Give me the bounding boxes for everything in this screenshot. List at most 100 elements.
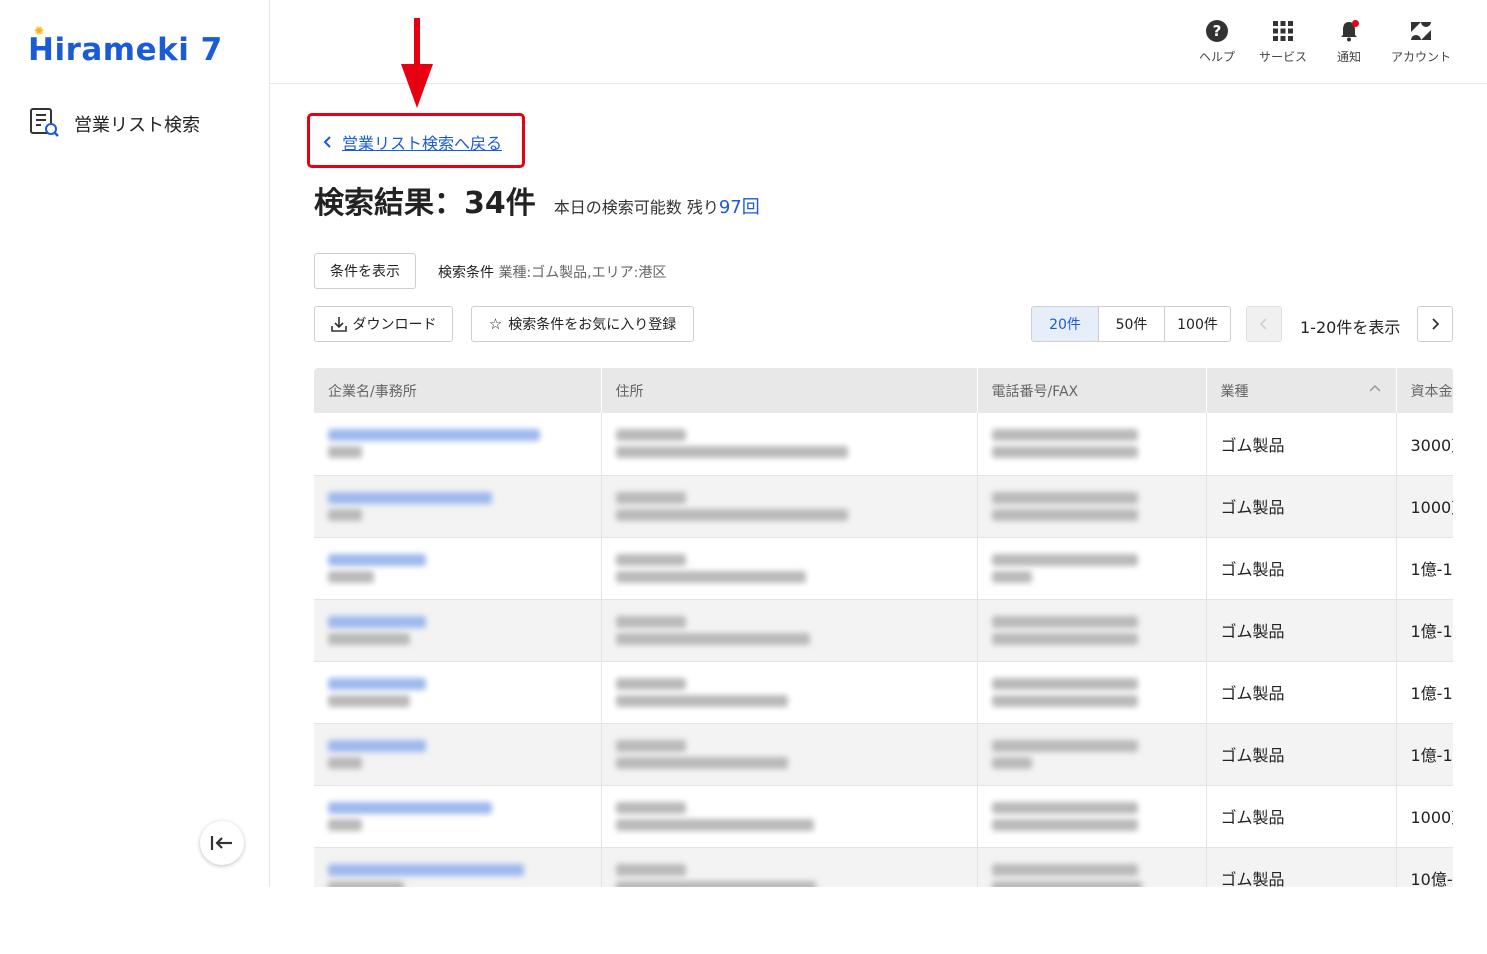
address-cell — [601, 537, 978, 600]
range-text: 1-20件を表示 — [1300, 318, 1401, 337]
services-label: サービス — [1258, 50, 1307, 64]
sidebar-item-sales-list-search[interactable]: 営業リスト検索 — [28, 106, 200, 142]
table-row[interactable]: ゴム製品1000万 — [314, 475, 1453, 538]
page-size-100[interactable]: 100件 — [1164, 307, 1230, 341]
industry-cell: ゴム製品 — [1206, 847, 1397, 887]
account-button[interactable]: アカウント — [1391, 18, 1451, 65]
column-header-industry[interactable]: 業種 — [1206, 368, 1397, 413]
back-to-search-link[interactable]: 営業リスト検索へ戻る — [322, 130, 502, 154]
address-cell — [601, 599, 978, 662]
bell-icon — [1336, 18, 1362, 44]
company-cell[interactable] — [314, 475, 602, 538]
table-row[interactable]: ゴム製品3000万 — [314, 413, 1453, 476]
capital-cell: 3000万 — [1396, 413, 1453, 476]
address-cell — [601, 661, 978, 724]
company-cell[interactable] — [314, 785, 602, 848]
prev-page-button[interactable] — [1246, 306, 1282, 342]
app-logo[interactable]: ✺ Hirameki 7 — [28, 24, 223, 70]
favorite-label: 検索条件をお気に入り登録 — [508, 317, 677, 333]
remaining-prefix: 本日の検索可能数 残り — [553, 198, 719, 217]
account-icon — [1408, 18, 1434, 44]
favorite-conditions-button[interactable]: ☆ 検索条件をお気に入り登録 — [471, 306, 694, 342]
address-cell — [601, 475, 978, 538]
services-button[interactable]: サービス — [1259, 18, 1307, 65]
capital-cell: 1億-1 — [1396, 661, 1453, 724]
capital-cell: 1億-1 — [1396, 723, 1453, 786]
svg-text:?: ? — [1213, 22, 1222, 40]
industry-cell: ゴム製品 — [1206, 475, 1397, 538]
table-row[interactable]: ゴム製品 10億- — [314, 847, 1453, 887]
industry-cell: ゴム製品 — [1206, 413, 1397, 476]
company-cell[interactable] — [314, 723, 602, 786]
industry-header-label: 業種 — [1220, 383, 1249, 400]
notifications-button[interactable]: 通知 — [1329, 18, 1369, 65]
header-actions: ? ヘルプ サービス 通知 アカウント — [1197, 18, 1451, 65]
download-button[interactable]: ダウンロード — [314, 306, 453, 342]
title-row: 検索結果：34件 本日の検索可能数 残り97回 — [314, 178, 760, 222]
industry-cell: ゴム製品 — [1206, 661, 1397, 724]
show-conditions-button[interactable]: 条件を表示 — [314, 253, 416, 289]
chevron-right-icon — [1432, 318, 1440, 330]
search-conditions: 検索条件 業種:ゴム製品,エリア:港区 — [438, 262, 666, 282]
column-header-capital[interactable]: 資本金 — [1396, 368, 1453, 413]
remaining-searches: 本日の検索可能数 残り97回 — [554, 193, 760, 219]
industry-cell: ゴム製品 — [1206, 785, 1397, 848]
show-conditions-label: 条件を表示 — [330, 264, 400, 280]
capital-cell: 10億- — [1396, 847, 1453, 887]
annotation-arrow-icon — [401, 18, 433, 108]
logo-text: Hirameki 7 — [28, 32, 223, 68]
notifications-label: 通知 — [1336, 50, 1361, 64]
table-row[interactable]: ゴム製品1000万 — [314, 785, 1453, 848]
company-cell[interactable] — [314, 661, 602, 724]
address-cell — [601, 847, 978, 887]
industry-cell: ゴム製品 — [1206, 599, 1397, 662]
help-button[interactable]: ? ヘルプ — [1197, 18, 1237, 65]
page-size-20[interactable]: 20件 — [1032, 307, 1098, 341]
page-title: 検索結果：34件 — [314, 186, 536, 221]
column-header-company[interactable]: 企業名/事務所 — [314, 368, 602, 413]
sort-up-icon[interactable] — [1368, 381, 1382, 397]
table-row[interactable]: ゴム製品 1億-1 — [314, 661, 1453, 724]
sidebar-item-label: 営業リスト検索 — [74, 115, 200, 136]
results-table: 企業名/事務所 住所 電話番号/FAX 業種 資本金 ゴム製品3000万ゴム製品… — [314, 368, 1453, 887]
sidebar: ✺ Hirameki 7 営業リスト検索 — [0, 0, 270, 887]
address-cell — [601, 785, 978, 848]
page-size-selector: 20件 50件 100件 — [1031, 306, 1231, 342]
table-row[interactable]: ゴム製品 1億-1 — [314, 537, 1453, 600]
chevron-left-icon — [1259, 318, 1267, 330]
company-cell[interactable] — [314, 847, 602, 887]
company-cell[interactable] — [314, 599, 602, 662]
capital-cell: 1000万 — [1396, 785, 1453, 848]
column-header-phone[interactable]: 電話番号/FAX — [977, 368, 1207, 413]
top-header: ? ヘルプ サービス 通知 アカウント — [270, 0, 1487, 84]
phone-cell — [977, 599, 1207, 662]
phone-cell — [977, 413, 1207, 476]
download-label: ダウンロード — [352, 317, 437, 333]
capital-cell: 1億-1 — [1396, 599, 1453, 662]
phone-cell — [977, 785, 1207, 848]
page-size-50[interactable]: 50件 — [1098, 307, 1164, 341]
phone-cell — [977, 847, 1207, 887]
phone-cell — [977, 723, 1207, 786]
column-header-address[interactable]: 住所 — [601, 368, 978, 413]
industry-cell: ゴム製品 — [1206, 723, 1397, 786]
collapse-sidebar-button[interactable] — [200, 821, 244, 865]
star-icon: ☆ — [488, 315, 503, 333]
next-page-button[interactable] — [1417, 306, 1453, 342]
address-cell — [601, 413, 978, 476]
industry-cell: ゴム製品 — [1206, 537, 1397, 600]
company-cell[interactable] — [314, 537, 602, 600]
collapse-left-icon — [210, 836, 232, 850]
address-cell — [601, 723, 978, 786]
table-row[interactable]: ゴム製品 1億-1 — [314, 723, 1453, 786]
phone-cell — [977, 537, 1207, 600]
table-row[interactable]: ゴム製品 1億-1 — [314, 599, 1453, 662]
download-icon — [330, 317, 347, 332]
company-cell[interactable] — [314, 413, 602, 476]
sun-icon: ✺ — [34, 24, 45, 38]
phone-cell — [977, 661, 1207, 724]
account-label: アカウント — [1390, 50, 1451, 64]
capital-cell: 1億-1 — [1396, 537, 1453, 600]
grid-icon — [1270, 18, 1296, 44]
phone-cell — [977, 475, 1207, 538]
